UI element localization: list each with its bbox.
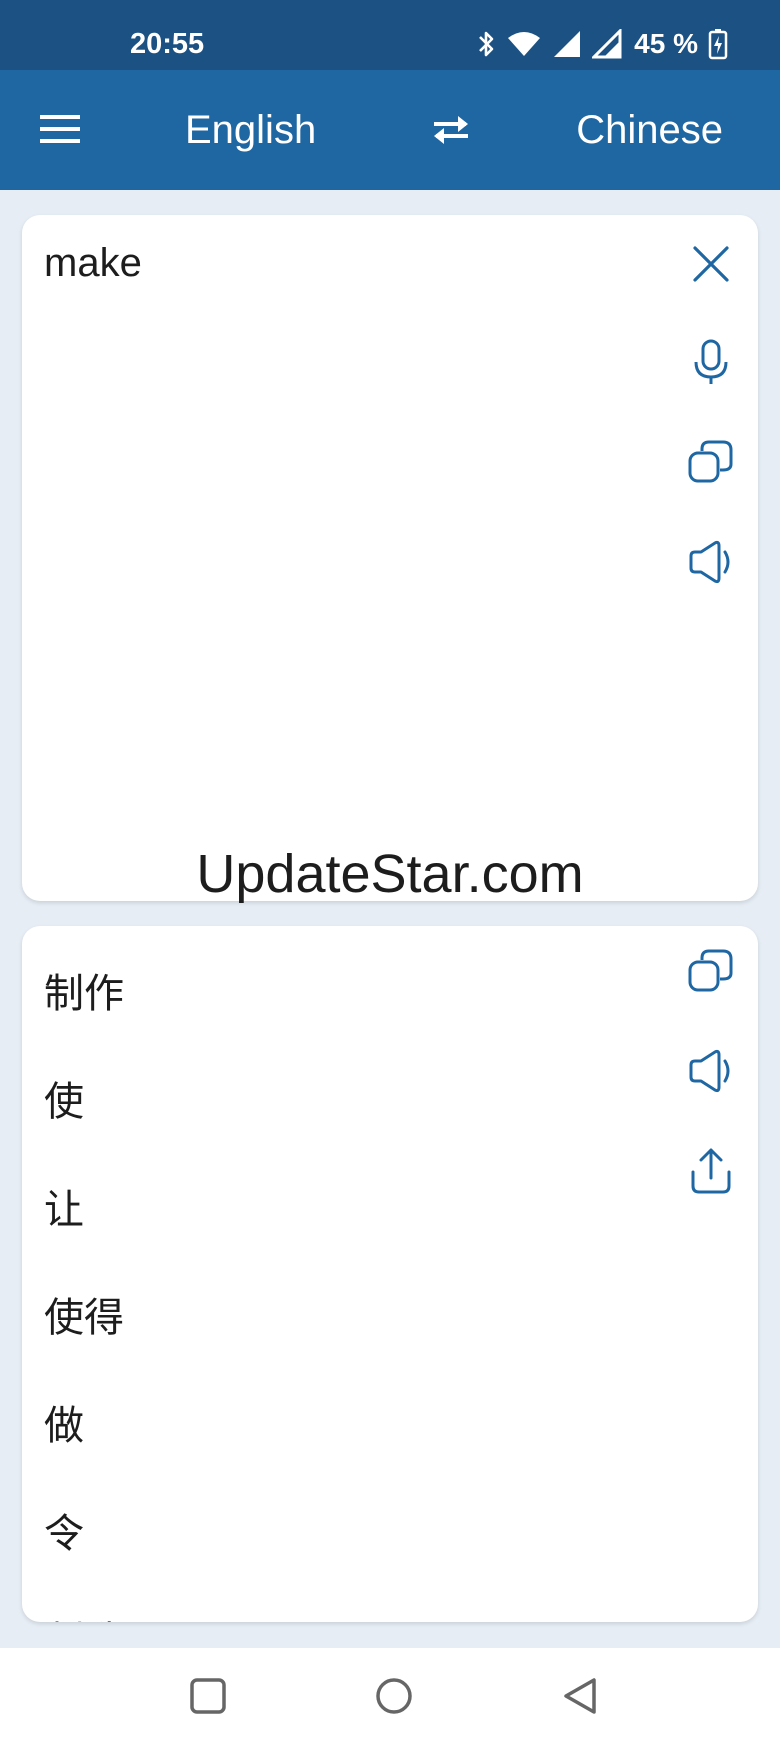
- wifi-icon: [506, 30, 542, 58]
- translation-item[interactable]: 做: [44, 1378, 604, 1486]
- signal-icon: [552, 29, 582, 59]
- close-icon: [693, 246, 729, 282]
- app-bar: English Chinese: [0, 70, 780, 190]
- target-language-button[interactable]: Chinese: [576, 108, 723, 153]
- share-icon: [691, 1148, 731, 1194]
- copy-icon: [688, 949, 733, 992]
- battery-charging-icon: [708, 28, 728, 60]
- translation-item[interactable]: 使: [44, 1054, 604, 1162]
- microphone-button[interactable]: [684, 335, 738, 389]
- translation-item[interactable]: 让: [44, 1162, 604, 1270]
- microphone-icon: [694, 339, 728, 384]
- clear-button[interactable]: [684, 237, 738, 291]
- system-nav-bar: [0, 1648, 780, 1742]
- translation-item[interactable]: 制造: [44, 1594, 604, 1622]
- translation-list: 制作 使 让 使得 做 令 制造: [44, 946, 604, 1622]
- back-icon: [564, 1678, 596, 1714]
- speak-output-button[interactable]: [684, 1044, 738, 1098]
- speaker-icon: [689, 540, 730, 584]
- status-icons: 45 %: [476, 26, 728, 62]
- swap-arrows-icon: [434, 116, 468, 144]
- signal-icon: [592, 29, 622, 59]
- output-card: 制作 使 让 使得 做 令 制造: [22, 926, 758, 1622]
- home-icon: [376, 1678, 412, 1714]
- hamburger-menu-icon: [40, 115, 80, 143]
- watermark: UpdateStar.com: [196, 844, 584, 904]
- copy-input-button[interactable]: [684, 435, 738, 489]
- input-card: make UpdateStar.com: [22, 215, 758, 904]
- recent-apps-button[interactable]: [186, 1674, 230, 1718]
- back-button[interactable]: [558, 1674, 602, 1718]
- status-bar: 20:55 45 %: [0, 0, 780, 70]
- share-button[interactable]: [684, 1144, 738, 1198]
- input-text-field[interactable]: make: [44, 241, 604, 286]
- translation-item[interactable]: 制作: [44, 946, 604, 1054]
- speaker-icon: [689, 1049, 730, 1093]
- swap-languages-button[interactable]: [428, 110, 474, 150]
- battery-percentage: 45 %: [634, 28, 698, 59]
- source-language-button[interactable]: English: [185, 108, 316, 153]
- recent-apps-icon: [190, 1678, 226, 1714]
- status-time: 20:55: [130, 28, 205, 60]
- translation-item[interactable]: 令: [44, 1486, 604, 1594]
- translation-item[interactable]: 使得: [44, 1270, 604, 1378]
- menu-button[interactable]: [38, 112, 82, 146]
- copy-output-button[interactable]: [684, 944, 738, 998]
- copy-icon: [688, 440, 733, 483]
- home-button[interactable]: [372, 1674, 416, 1718]
- speak-input-button[interactable]: [684, 535, 738, 589]
- bluetooth-icon: [476, 29, 496, 59]
